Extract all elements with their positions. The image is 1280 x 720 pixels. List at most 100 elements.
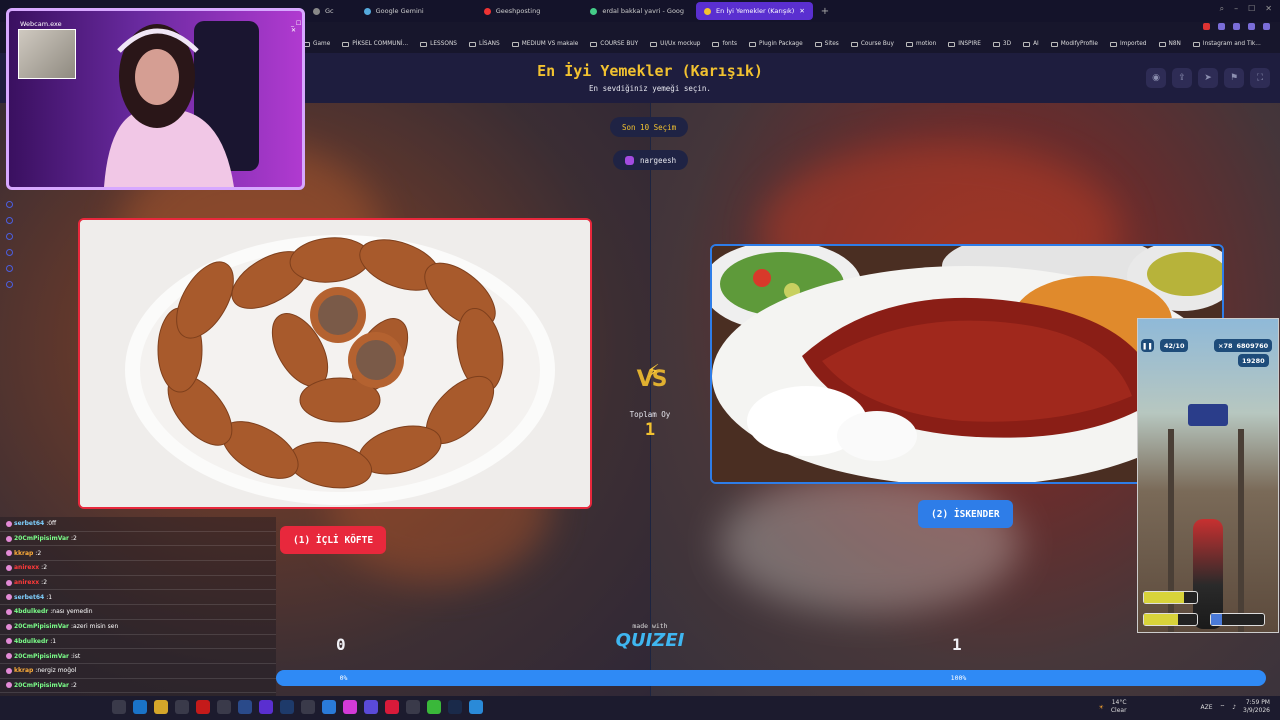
bookmark-label: 3D [1002, 41, 1012, 47]
chat-message: 20CmPipisimVar: azeri misin sen [0, 619, 276, 635]
obs-icon[interactable] [217, 700, 231, 714]
fullscreen-icon[interactable]: ⛶ [1250, 68, 1270, 88]
bookmark-item[interactable]: N8N [1158, 41, 1181, 47]
tab-google-search[interactable]: erdal bakkal yavri - Goog [582, 2, 692, 20]
volume-icon[interactable]: ♪ [1232, 704, 1236, 711]
bookmark-item[interactable]: Imported [1110, 41, 1147, 47]
folder-icon[interactable] [154, 700, 168, 714]
settings-icon[interactable] [5, 281, 13, 288]
bookmark-item[interactable]: UI/Ux mockup [650, 41, 700, 47]
app-icon[interactable] [385, 700, 399, 714]
bookmark-label: Game [313, 41, 331, 47]
bookmark-item[interactable]: AI [1023, 41, 1039, 47]
chat-username[interactable]: serbet64 [14, 594, 44, 601]
clock[interactable]: 7:59 PM 3/9/2026 [1243, 699, 1270, 715]
app-icon[interactable] [175, 700, 189, 714]
chat-username[interactable]: 20CmPipisimVar [14, 682, 69, 689]
tab-active-quiz[interactable]: En İyi Yemekler (Karışık) ✕ [696, 2, 813, 20]
wifi-icon[interactable]: ⌔ [1220, 703, 1226, 711]
extensions-icon[interactable] [5, 265, 13, 272]
extension-icon[interactable] [1233, 23, 1240, 30]
tab-label: Geeshposting [495, 7, 541, 15]
after-effects-icon[interactable] [280, 700, 294, 714]
bookmark-item[interactable]: PİKSEL COMMUNİ... [342, 41, 408, 47]
bookmark-label: LESSONS [430, 41, 457, 47]
weather[interactable]: 14°C Clear [1111, 699, 1127, 715]
right-percent: 100% [276, 670, 1266, 686]
bookmark-item[interactable]: Instagram and Tik... [1192, 41, 1261, 47]
proton-icon[interactable] [364, 700, 378, 714]
bookmark-item[interactable]: ModifyProfile [1050, 41, 1098, 47]
tab-1[interactable]: Gc [305, 2, 342, 20]
bookmark-item[interactable]: fonts [712, 41, 737, 47]
chat-username[interactable]: anirexx [14, 579, 39, 586]
app-icon[interactable] [343, 700, 357, 714]
bookmark-item[interactable]: Plugin Package [749, 41, 803, 47]
chat-username[interactable]: 20CmPipisimVar [14, 653, 69, 660]
heart-icon[interactable] [5, 217, 13, 224]
chat-badge-icon [6, 594, 12, 601]
new-tab-icon[interactable]: + [821, 6, 829, 17]
pause-icon[interactable]: ❚❚ [1141, 339, 1154, 352]
eye-icon[interactable]: ◉ [1146, 68, 1166, 88]
history-pill[interactable]: Son 10 Seçim [610, 117, 689, 137]
app-icon[interactable] [469, 700, 483, 714]
bookmark-item[interactable]: MEDIUM VS makale [511, 41, 578, 47]
opera-icon[interactable] [259, 700, 273, 714]
quizei-logo[interactable]: QUIZEI [610, 630, 690, 651]
edge-icon[interactable] [133, 700, 147, 714]
search-tabs-icon[interactable]: ⌕ [1220, 4, 1224, 14]
lang-indicator[interactable]: AZE [1201, 704, 1213, 711]
explorer-icon[interactable] [112, 700, 126, 714]
webcam-window-controls[interactable]: _ ☐ ✕ [291, 20, 302, 34]
chat-message: anirexx: 2 [0, 575, 276, 591]
tab-google-gemini[interactable]: Google Gemini [356, 2, 432, 20]
extension-icon[interactable] [1218, 23, 1225, 30]
chat-username[interactable]: 4bdulkedr [14, 608, 48, 615]
maximize-icon[interactable]: ☐ [1248, 4, 1255, 14]
close-icon[interactable]: ✕ [799, 7, 804, 15]
app-icon[interactable] [238, 700, 252, 714]
chat-username[interactable]: kkrap [14, 550, 33, 557]
send-icon[interactable]: ➤ [1198, 68, 1218, 88]
share-icon[interactable]: ⇪ [1172, 68, 1192, 88]
tab-geeshposting[interactable]: Geeshposting [476, 2, 549, 20]
chat-username[interactable]: anirexx [14, 564, 39, 571]
left-choice-button[interactable]: (1) İÇLİ KÖFTE [280, 526, 387, 554]
bookmark-label: ModifyProfile [1060, 41, 1098, 47]
bookmark-item[interactable]: Game [303, 41, 330, 47]
steam-icon[interactable] [448, 700, 462, 714]
right-choice-button[interactable]: (2) İSKENDER [918, 500, 1013, 528]
bookmark-item[interactable]: Course Buy [850, 41, 894, 47]
chat-username[interactable]: 20CmPipisimVar [14, 623, 69, 630]
chat-username[interactable]: serbet64 [14, 520, 44, 527]
bookmark-item[interactable]: COURSE BUY [590, 41, 638, 47]
chat-username[interactable]: 4bdulkedr [14, 638, 48, 645]
chat-username[interactable]: kkrap [14, 667, 33, 674]
download-icon[interactable] [5, 249, 13, 256]
history-icon[interactable] [5, 233, 13, 240]
folder-icon [814, 41, 822, 47]
chat-badge-icon [6, 608, 12, 615]
close-window-icon[interactable]: ✕ [1265, 4, 1272, 14]
minimize-icon[interactable]: – [1234, 4, 1238, 14]
bookmark-item[interactable]: motion [905, 41, 936, 47]
adobe-icon[interactable] [196, 700, 210, 714]
bookmark-item[interactable]: LESSONS [420, 41, 457, 47]
app-icon[interactable] [301, 700, 315, 714]
extension-icon[interactable] [1263, 23, 1270, 30]
extension-icon[interactable] [1248, 23, 1255, 30]
bookmark-item[interactable]: LİSANS [468, 41, 500, 47]
bookmark-item[interactable]: Sites [814, 41, 839, 47]
whatsapp-icon[interactable] [427, 700, 441, 714]
sidebar-icon[interactable] [5, 201, 13, 208]
app-icon[interactable] [322, 700, 336, 714]
left-choice-image[interactable] [78, 218, 592, 509]
flag-icon[interactable]: ⚑ [1224, 68, 1244, 88]
extension-icon[interactable] [1203, 23, 1210, 30]
user-pill[interactable]: nargeesh [613, 150, 689, 170]
bookmark-item[interactable]: INSPIRE [948, 41, 981, 47]
app-icon[interactable] [406, 700, 420, 714]
bookmark-item[interactable]: 3D [992, 41, 1012, 47]
chat-username[interactable]: 20CmPipisimVar [14, 535, 69, 542]
